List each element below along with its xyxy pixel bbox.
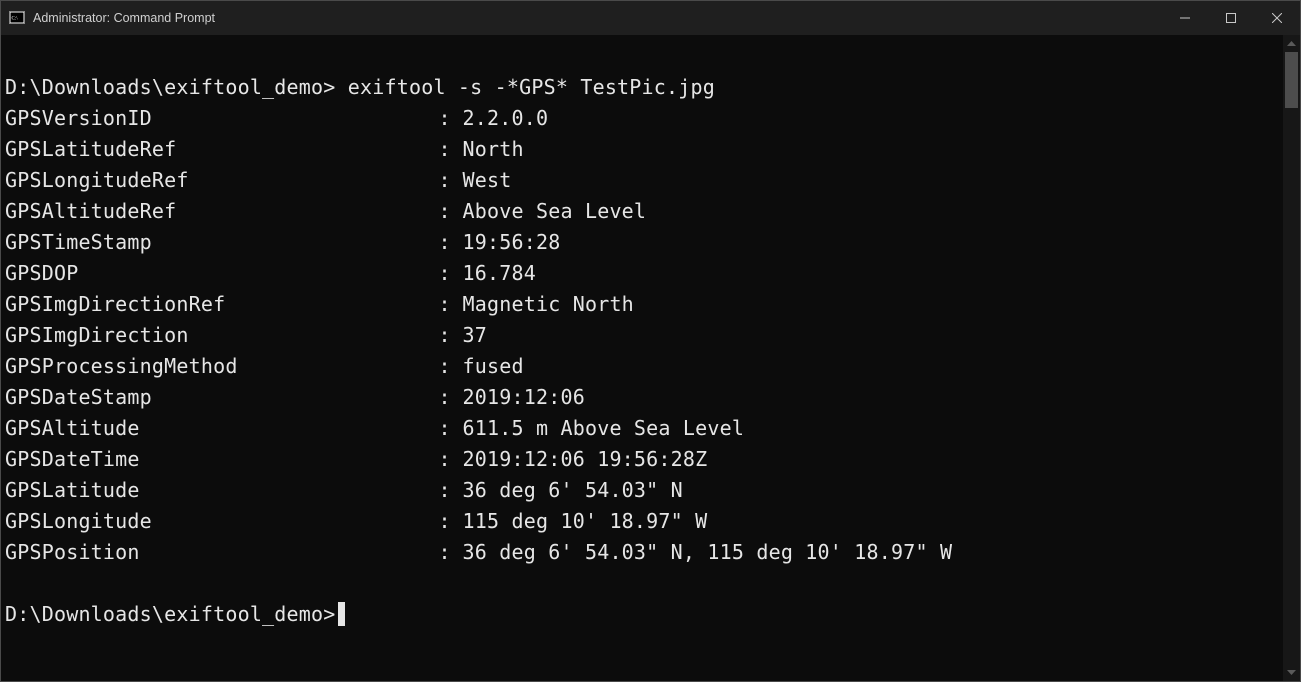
output-colon: :	[438, 475, 462, 506]
blank-line	[5, 568, 1279, 599]
output-colon: :	[438, 103, 462, 134]
output-colon: :	[438, 444, 462, 475]
svg-text:C:\: C:\	[12, 17, 19, 22]
output-label: GPSLongitude	[5, 506, 438, 537]
close-button[interactable]	[1254, 1, 1300, 35]
output-value: 2019:12:06 19:56:28Z	[463, 447, 708, 471]
output-label: GPSAltitude	[5, 413, 438, 444]
output-value: 19:56:28	[463, 230, 561, 254]
output-value: Above Sea Level	[463, 199, 647, 223]
output-colon: :	[438, 537, 462, 568]
output-label: GPSDOP	[5, 258, 438, 289]
output-row: GPSTimeStamp: 19:56:28	[5, 227, 1279, 258]
scroll-down-arrow-icon[interactable]	[1283, 664, 1300, 681]
output-label: GPSDateStamp	[5, 382, 438, 413]
output-colon: :	[438, 413, 462, 444]
terminal-output[interactable]: D:\Downloads\exiftool_demo> exiftool -s …	[1, 35, 1283, 681]
output-row: GPSImgDirection: 37	[5, 320, 1279, 351]
output-label: GPSImgDirectionRef	[5, 289, 438, 320]
minimize-button[interactable]	[1162, 1, 1208, 35]
output-label: GPSVersionID	[5, 103, 438, 134]
output-value: 37	[463, 323, 487, 347]
command-prompt-window: C:\ Administrator: Command Prompt D:\Dow…	[0, 0, 1301, 682]
output-row: GPSProcessingMethod: fused	[5, 351, 1279, 382]
output-colon: :	[438, 320, 462, 351]
output-row: GPSVersionID: 2.2.0.0	[5, 103, 1279, 134]
output-colon: :	[438, 289, 462, 320]
output-label: GPSTimeStamp	[5, 227, 438, 258]
scroll-up-arrow-icon[interactable]	[1283, 35, 1300, 52]
output-label: GPSLongitudeRef	[5, 165, 438, 196]
output-colon: :	[438, 196, 462, 227]
output-row: GPSLatitudeRef: North	[5, 134, 1279, 165]
output-label: GPSPosition	[5, 537, 438, 568]
output-value: North	[463, 137, 524, 161]
output-value: 36 deg 6' 54.03" N	[463, 478, 683, 502]
output-row: GPSDateTime: 2019:12:06 19:56:28Z	[5, 444, 1279, 475]
output-row: GPSPosition: 36 deg 6' 54.03" N, 115 deg…	[5, 537, 1279, 568]
output-colon: :	[438, 134, 462, 165]
output-colon: :	[438, 506, 462, 537]
output-label: GPSLatitudeRef	[5, 134, 438, 165]
output-row: GPSDateStamp: 2019:12:06	[5, 382, 1279, 413]
output-colon: :	[438, 258, 462, 289]
output-value: fused	[463, 354, 524, 378]
output-label: GPSDateTime	[5, 444, 438, 475]
output-colon: :	[438, 227, 462, 258]
prompt-line: D:\Downloads\exiftool_demo> exiftool -s …	[5, 72, 1279, 103]
output-label: GPSImgDirection	[5, 320, 438, 351]
output-value: 2019:12:06	[463, 385, 585, 409]
output-colon: :	[438, 351, 462, 382]
output-label: GPSLatitude	[5, 475, 438, 506]
output-value: 2.2.0.0	[463, 106, 549, 130]
output-value: 16.784	[463, 261, 536, 285]
titlebar[interactable]: C:\ Administrator: Command Prompt	[1, 1, 1300, 35]
vertical-scrollbar[interactable]	[1283, 35, 1300, 681]
output-colon: :	[438, 382, 462, 413]
output-value: 115 deg 10' 18.97" W	[463, 509, 708, 533]
output-row: GPSLongitude: 115 deg 10' 18.97" W	[5, 506, 1279, 537]
cmd-icon: C:\	[9, 10, 25, 26]
client-area: D:\Downloads\exiftool_demo> exiftool -s …	[1, 35, 1300, 681]
output-row: GPSAltitudeRef: Above Sea Level	[5, 196, 1279, 227]
window-title: Administrator: Command Prompt	[33, 11, 215, 25]
output-value: West	[463, 168, 512, 192]
prompt-line: D:\Downloads\exiftool_demo>	[5, 599, 1279, 630]
output-label: GPSProcessingMethod	[5, 351, 438, 382]
command-text: exiftool -s -*GPS* TestPic.jpg	[336, 75, 715, 99]
prompt-path: D:\Downloads\exiftool_demo>	[5, 602, 336, 626]
scroll-thumb[interactable]	[1285, 52, 1298, 108]
blank-line	[5, 41, 1279, 72]
output-row: GPSLatitude: 36 deg 6' 54.03" N	[5, 475, 1279, 506]
output-row: GPSDOP: 16.784	[5, 258, 1279, 289]
maximize-button[interactable]	[1208, 1, 1254, 35]
output-label: GPSAltitudeRef	[5, 196, 438, 227]
prompt-path: D:\Downloads\exiftool_demo>	[5, 75, 336, 99]
text-cursor	[338, 602, 345, 626]
output-value: Magnetic North	[463, 292, 634, 316]
output-row: GPSLongitudeRef: West	[5, 165, 1279, 196]
output-row: GPSAltitude: 611.5 m Above Sea Level	[5, 413, 1279, 444]
output-row: GPSImgDirectionRef: Magnetic North	[5, 289, 1279, 320]
output-value: 611.5 m Above Sea Level	[463, 416, 745, 440]
output-value: 36 deg 6' 54.03" N, 115 deg 10' 18.97" W	[463, 540, 953, 564]
output-colon: :	[438, 165, 462, 196]
